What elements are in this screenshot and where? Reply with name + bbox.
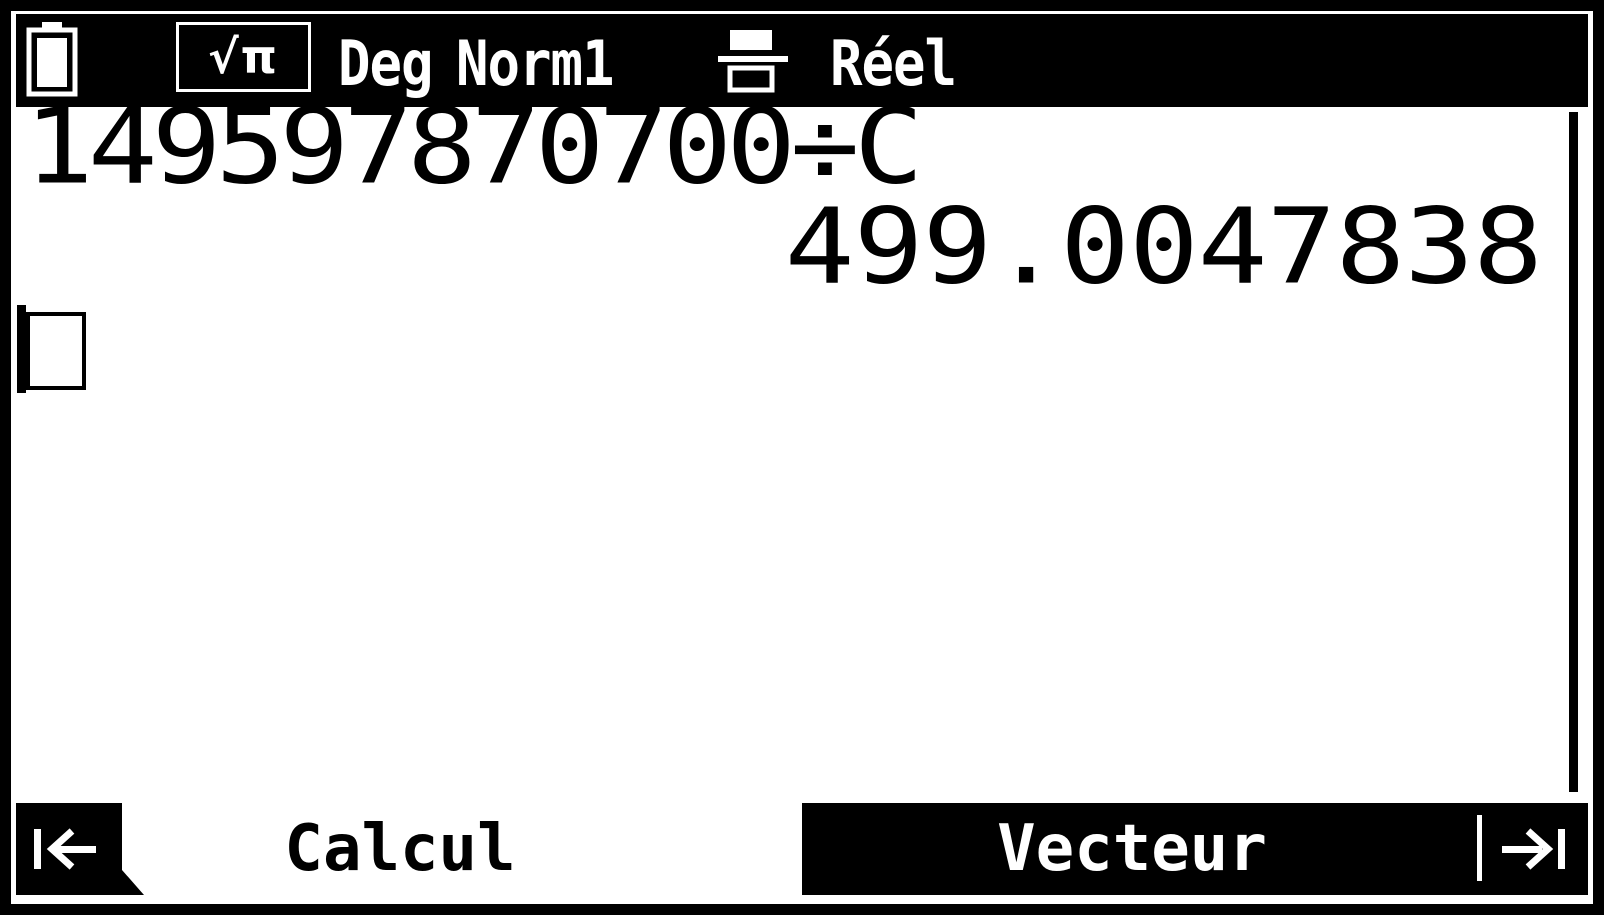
input-expression[interactable]: 149597870700÷C	[24, 95, 924, 199]
input-placeholder-box[interactable]	[26, 312, 86, 390]
tab-calcul[interactable]: Calcul	[150, 803, 650, 895]
result-value[interactable]: 499.0047838	[785, 195, 1543, 299]
nav-right-button[interactable]	[1492, 803, 1588, 895]
fraction-format-icon	[718, 30, 788, 93]
tab-separator	[1477, 815, 1482, 881]
nav-left-button[interactable]	[16, 803, 122, 895]
arrow-right-to-bar-icon	[1502, 828, 1565, 870]
tab-vecteur-label: Vecteur	[997, 812, 1267, 886]
text-cursor	[17, 305, 26, 393]
tab-vecteur[interactable]: Vecteur	[802, 803, 1588, 895]
arrow-left-to-bar-icon	[34, 828, 96, 870]
exact-mode-indicator: √π	[176, 22, 311, 92]
scrollbar[interactable]	[1569, 112, 1578, 792]
